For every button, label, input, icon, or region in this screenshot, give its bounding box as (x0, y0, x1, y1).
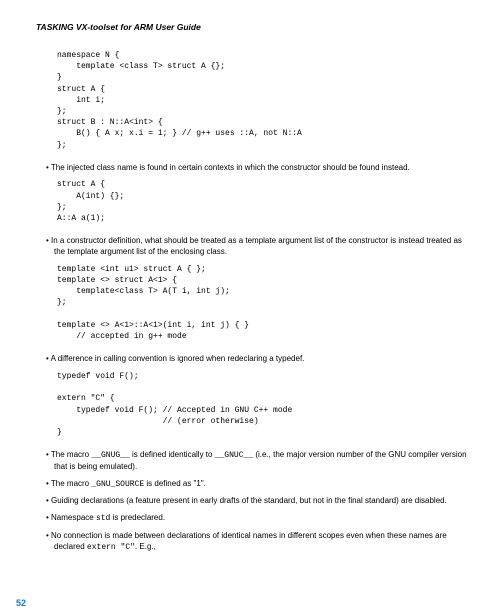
bullet-extern-c: No connection is made between declaratio… (44, 531, 472, 554)
text: The macro (51, 479, 91, 488)
macro-name: __GNUC__ (215, 451, 253, 460)
bullet-gnu-source: The macro _GNU_SOURCE is defined as "1". (44, 479, 472, 491)
text: is defined identically to (130, 450, 215, 459)
bullet-guiding-decl: Guiding declarations (a feature present … (44, 496, 472, 507)
text: The macro (51, 450, 91, 459)
text: is defined as "1". (144, 479, 206, 488)
text: . E.g., (135, 542, 156, 551)
page-title: TASKING VX-toolset for ARM User Guide (36, 22, 472, 32)
extern-c: extern "C" (87, 543, 135, 552)
macro-name: _GNU_SOURCE (91, 480, 144, 489)
text: Namespace (51, 513, 96, 522)
bullet-gnug-macro: The macro __GNUG__ is defined identicall… (44, 450, 472, 473)
code-block-4: typedef void F(); extern "C" { typedef v… (57, 371, 472, 438)
text: is predeclared. (110, 513, 165, 522)
bullet-constructor-def: In a constructor definition, what should… (44, 236, 472, 258)
macro-name: __GNUG__ (91, 451, 129, 460)
bullet-calling-convention: A difference in calling convention is ig… (44, 354, 472, 365)
code-block-3: template <int u1> struct A { }; template… (57, 264, 472, 342)
code-block-1: namespace N { template <class T> struct … (57, 50, 472, 151)
bullet-namespace-std: Namespace std is predeclared. (44, 513, 472, 525)
code-block-2: struct A { A(int) {}; }; A::A a(1); (57, 179, 472, 224)
bullet-injected-class: The injected class name is found in cert… (44, 163, 472, 174)
namespace-name: std (96, 514, 110, 523)
page-number: 52 (16, 598, 26, 608)
